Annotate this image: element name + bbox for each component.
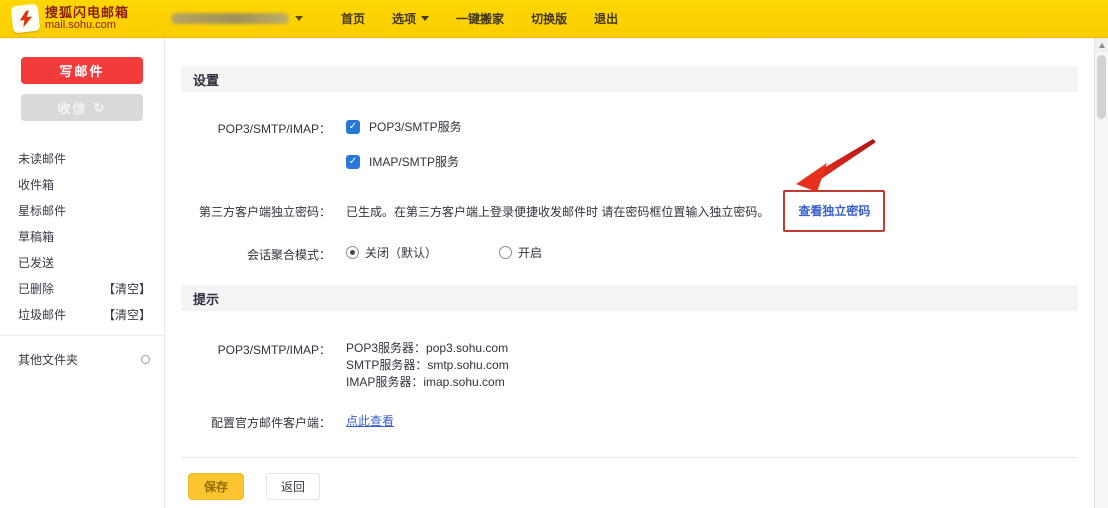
chevron-down-icon (295, 16, 303, 21)
empty-folder-action[interactable]: 【清空】 (103, 306, 151, 323)
annotation-highlight-box: 查看独立密码 (783, 190, 885, 232)
password-label: 第三方客户端独立密码： (181, 190, 331, 220)
protocol-row-imap: ✓ IMAP/SMTP服务 (181, 153, 1078, 170)
radio-label: 关闭（默认） (365, 244, 437, 261)
footer-divider (181, 457, 1078, 458)
client-config-link[interactable]: 点此查看 (346, 412, 394, 429)
save-button[interactable]: 保存 (188, 473, 244, 500)
top-header-bar: 搜狐闪电邮箱 mail.sohu.com 首页 选项 一键搬家 切换版 退 (0, 0, 1108, 38)
sidebar-item-starred[interactable]: 星标邮件 (0, 197, 164, 223)
nav-label: 退出 (594, 10, 618, 27)
smtp-server-address: SMTP服务器：smtp.sohu.com (346, 356, 509, 373)
section-title: 提示 (193, 289, 219, 308)
sidebar-item-unread[interactable]: 未读邮件 (0, 145, 164, 171)
sohu-mail-logo[interactable]: 搜狐闪电邮箱 mail.sohu.com (12, 5, 129, 32)
pop3-smtp-checkbox[interactable]: ✓ (346, 120, 360, 134)
folder-label: 已发送 (18, 254, 151, 271)
logo-text: 搜狐闪电邮箱 mail.sohu.com (45, 6, 129, 31)
mode-label: 会话聚合模式： (181, 244, 331, 263)
protocol-label: POP3/SMTP/IMAP： (181, 339, 331, 358)
body-wrap: 写邮件 收信 ↻ 未读邮件 收件箱 星标邮件 草稿箱 已发送 (0, 38, 1108, 508)
password-status-text: 已生成。在第三方客户端上登录便捷收发邮件时 请在密码框位置输入独立密码。 (346, 190, 769, 220)
sidebar-item-deleted[interactable]: 已删除 【清空】 (0, 275, 164, 301)
receive-mail-button[interactable]: 收信 ↻ (21, 94, 143, 121)
folder-label: 收件箱 (18, 176, 151, 193)
logo-title: 搜狐闪电邮箱 (45, 6, 129, 20)
nav-item-migrate[interactable]: 一键搬家 (456, 10, 504, 27)
imap-smtp-checkbox[interactable]: ✓ (346, 155, 360, 169)
pop3-server-address: POP3服务器：pop3.sohu.com (346, 339, 509, 356)
account-email-redacted (171, 13, 289, 24)
chevron-down-icon (421, 16, 429, 21)
nav-item-home[interactable]: 首页 (341, 10, 365, 27)
mail-sidebar: 写邮件 收信 ↻ 未读邮件 收件箱 星标邮件 草稿箱 已发送 (0, 38, 165, 508)
refresh-icon: ↻ (94, 100, 107, 116)
folder-label: 星标邮件 (18, 202, 151, 219)
scrollbar-thumb[interactable] (1097, 55, 1106, 119)
account-menu[interactable] (171, 13, 303, 24)
empty-folder-action[interactable]: 【清空】 (103, 280, 151, 297)
section-title: 设置 (193, 70, 219, 89)
folder-list: 未读邮件 收件箱 星标邮件 草稿箱 已发送 已删除 【清空】 (0, 145, 164, 327)
footer-actions: 保存 返回 (188, 473, 1078, 500)
nav-label: 切换版 (531, 10, 567, 27)
folder-label: 未读邮件 (18, 150, 151, 167)
settings-main: 设置 POP3/SMTP/IMAP： ✓ POP3/SMTP服务 ✓ IMAP/… (165, 38, 1094, 508)
mode-row: 会话聚合模式： 关闭（默认） 开启 (181, 244, 1078, 263)
settings-section-header: 设置 (181, 66, 1078, 92)
nav-item-logout[interactable]: 退出 (594, 10, 618, 27)
compose-button[interactable]: 写邮件 (21, 57, 143, 84)
sidebar-item-other-folders[interactable]: 其他文件夹 (0, 346, 164, 372)
protocol-row-pop3: POP3/SMTP/IMAP： ✓ POP3/SMTP服务 (181, 118, 1078, 137)
vertical-scrollbar[interactable] (1094, 38, 1108, 508)
sidebar-item-inbox[interactable]: 收件箱 (0, 171, 164, 197)
protocol-label: POP3/SMTP/IMAP： (181, 118, 331, 137)
scroll-up-button[interactable] (1095, 38, 1108, 52)
sidebar-divider (0, 335, 164, 336)
server-info-row: POP3/SMTP/IMAP： POP3服务器：pop3.sohu.com SM… (181, 339, 1078, 390)
view-password-link[interactable]: 查看独立密码 (798, 204, 870, 218)
client-config-label: 配置官方邮件客户端： (181, 412, 331, 431)
radio-label: 开启 (518, 244, 542, 261)
nav-item-switch-version[interactable]: 切换版 (531, 10, 567, 27)
folder-label: 垃圾邮件 (18, 306, 103, 323)
mode-radio-off[interactable]: 关闭（默认） (346, 244, 437, 261)
mode-radio-on[interactable]: 开启 (499, 244, 542, 261)
radio-unselected-icon (499, 246, 512, 259)
nav-label: 首页 (341, 10, 365, 27)
receive-label: 收信 (58, 98, 88, 117)
folder-label: 其他文件夹 (18, 351, 141, 368)
sidebar-item-drafts[interactable]: 草稿箱 (0, 223, 164, 249)
lightning-bolt-icon (11, 4, 41, 34)
scroll-up-arrow-icon (1099, 43, 1105, 48)
checkbox-label: POP3/SMTP服务 (369, 118, 462, 135)
sidebar-item-spam[interactable]: 垃圾邮件 【清空】 (0, 301, 164, 327)
imap-server-address: IMAP服务器：imap.sohu.com (346, 373, 509, 390)
third-party-password-row: 第三方客户端独立密码： 已生成。在第三方客户端上登录便捷收发邮件时 请在密码框位… (181, 190, 1078, 232)
top-navigation: 首页 选项 一键搬家 切换版 退出 (341, 10, 618, 27)
radio-selected-icon (346, 246, 359, 259)
nav-item-options[interactable]: 选项 (392, 10, 429, 27)
checkbox-label: IMAP/SMTP服务 (369, 153, 459, 170)
folder-label: 草稿箱 (18, 228, 151, 245)
sidebar-item-sent[interactable]: 已发送 (0, 249, 164, 275)
official-client-row: 配置官方邮件客户端： 点此查看 (181, 412, 1078, 431)
folder-settings-icon[interactable] (141, 355, 150, 364)
tips-section-header: 提示 (181, 285, 1078, 311)
folder-label: 已删除 (18, 280, 103, 297)
spacer-label (181, 153, 331, 155)
nav-label: 选项 (392, 10, 416, 27)
nav-label: 一键搬家 (456, 10, 504, 27)
logo-domain: mail.sohu.com (45, 20, 129, 32)
sohu-mail-settings-page: 搜狐闪电邮箱 mail.sohu.com 首页 选项 一键搬家 切换版 退 (0, 0, 1108, 508)
back-button[interactable]: 返回 (266, 473, 320, 500)
